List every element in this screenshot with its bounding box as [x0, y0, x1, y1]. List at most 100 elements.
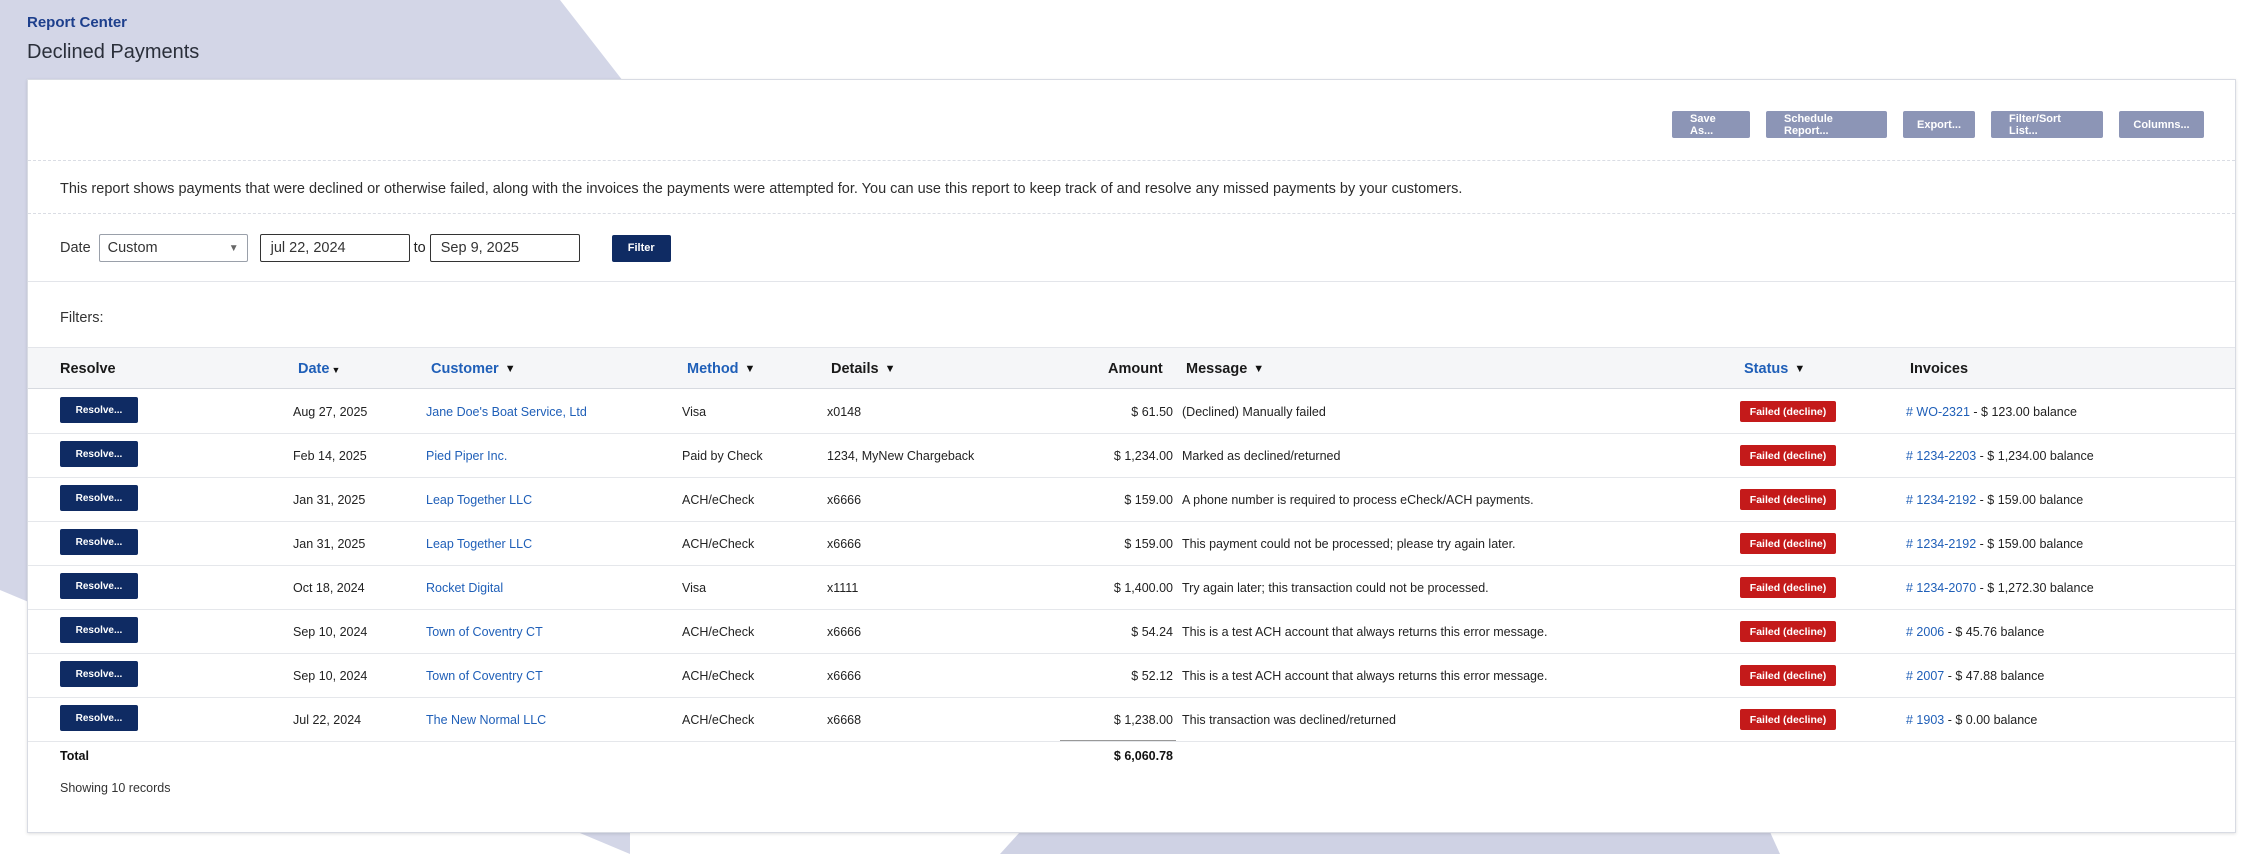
resolve-button[interactable]: Resolve...	[60, 661, 138, 687]
funnel-icon[interactable]: ▼	[1794, 363, 1805, 375]
date-from-input[interactable]: jul 22, 2024	[259, 234, 410, 262]
cell-invoice: # 1903 - $ 0.00 balance	[1906, 713, 2037, 727]
invoice-link[interactable]: # 2006	[1906, 625, 1944, 639]
funnel-icon[interactable]: ▼	[745, 363, 756, 375]
report-description: This report shows payments that were dec…	[60, 181, 1463, 197]
cell-customer-link[interactable]: Town of Coventry CT	[426, 625, 543, 639]
date-to-input[interactable]: Sep 9, 2025	[429, 234, 580, 262]
cell-customer-link[interactable]: Leap Together LLC	[426, 493, 532, 507]
cell-message: This is a test ACH account that always r…	[1182, 669, 1548, 683]
column-date-label: Date	[298, 361, 330, 377]
table-row: Resolve... Jan 31, 2025 Leap Together LLC A…	[28, 522, 2235, 566]
cell-amount: $ 1,234.00	[1113, 449, 1173, 463]
date-range-value: Custom	[107, 240, 158, 256]
cell-message: This transaction was declined/returned	[1182, 713, 1397, 727]
cell-date: Sep 10, 2024	[293, 669, 368, 683]
page-title: Declined Payments	[27, 41, 200, 63]
column-method[interactable]: Method ▼	[687, 361, 755, 377]
invoice-link[interactable]: # 1234-2192	[1906, 493, 1976, 507]
date-to-label: to	[413, 240, 426, 256]
status-badge: Failed (decline)	[1740, 709, 1836, 730]
column-customer-label: Customer	[431, 361, 499, 377]
column-details-label: Details	[831, 361, 879, 377]
total-label: Total	[60, 749, 89, 763]
resolve-button[interactable]: Resolve...	[60, 617, 138, 643]
filter-sort-list-button[interactable]: Filter/Sort List...	[1991, 111, 2103, 138]
cell-customer-link[interactable]: Leap Together LLC	[426, 537, 532, 551]
chevron-down-icon: ▼	[228, 242, 239, 254]
funnel-icon[interactable]: ▼	[885, 363, 896, 375]
invoice-balance: - $ 1,234.00 balance	[1976, 449, 2094, 463]
cell-invoice: # 2006 - $ 45.76 balance	[1906, 625, 2044, 639]
cell-invoice: # 2007 - $ 47.88 balance	[1906, 669, 2044, 683]
save-as-button[interactable]: Save As...	[1672, 111, 1750, 138]
export-button[interactable]: Export...	[1903, 111, 1975, 138]
cell-details: x6666	[827, 493, 862, 507]
column-details: Details ▼	[831, 361, 895, 377]
resolve-button[interactable]: Resolve...	[60, 485, 138, 511]
column-status[interactable]: Status ▼	[1744, 361, 1805, 377]
total-amount: $ 6,060.78	[1113, 749, 1173, 763]
cell-customer-link[interactable]: Town of Coventry CT	[426, 669, 543, 683]
cell-details: 1234, MyNew Chargeback	[827, 449, 975, 463]
resolve-button[interactable]: Resolve...	[60, 529, 138, 555]
date-range-select[interactable]: Custom ▼	[98, 234, 248, 262]
invoice-link[interactable]: # 1234-2203	[1906, 449, 1976, 463]
cell-amount: $ 1,400.00	[1113, 581, 1173, 595]
breadcrumb[interactable]: Report Center	[27, 14, 199, 31]
status-badge: Failed (decline)	[1740, 533, 1836, 554]
funnel-icon[interactable]: ▼	[1253, 363, 1264, 375]
cell-message: (Declined) Manually failed	[1182, 405, 1326, 419]
resolve-button[interactable]: Resolve...	[60, 397, 138, 423]
invoice-link[interactable]: # 1234-2070	[1906, 581, 1976, 595]
status-badge: Failed (decline)	[1740, 445, 1836, 466]
cell-message: Try again later; this transaction could …	[1182, 581, 1489, 595]
status-badge: Failed (decline)	[1740, 577, 1836, 598]
status-badge: Failed (decline)	[1740, 621, 1836, 642]
cell-message: A phone number is required to process eC…	[1182, 493, 1534, 507]
cell-amount: $ 159.00	[1124, 493, 1173, 507]
column-amount: Amount	[1108, 361, 1163, 377]
columns-button[interactable]: Columns...	[2119, 111, 2204, 138]
filter-button[interactable]: Filter	[611, 234, 671, 262]
cell-date: Aug 27, 2025	[293, 405, 368, 419]
invoice-balance: - $ 159.00 balance	[1976, 493, 2084, 507]
resolve-button[interactable]: Resolve...	[60, 441, 138, 467]
table-row: Resolve... Feb 14, 2025 Pied Piper Inc. Pai…	[28, 434, 2235, 478]
cell-method: ACH/eCheck	[682, 669, 755, 683]
invoice-link[interactable]: # WO-2321	[1906, 405, 1970, 419]
cell-method: Visa	[682, 581, 707, 595]
funnel-icon[interactable]: ▼	[505, 363, 516, 375]
invoice-balance: - $ 123.00 balance	[1969, 405, 2077, 419]
cell-customer-link[interactable]: The New Normal LLC	[426, 713, 546, 727]
table-header: Resolve Date ▼ Customer ▼ Method ▼ Details ▼…	[28, 347, 2235, 389]
invoice-link[interactable]: # 1234-2192	[1906, 537, 1976, 551]
cell-details: x0148	[827, 405, 862, 419]
cell-customer-link[interactable]: Pied Piper Inc.	[426, 449, 507, 463]
resolve-button[interactable]: Resolve...	[60, 573, 138, 599]
cell-amount: $ 159.00	[1124, 537, 1173, 551]
column-method-label: Method	[687, 361, 739, 377]
resolve-button[interactable]: Resolve...	[60, 705, 138, 731]
invoice-balance: - $ 47.88 balance	[1944, 669, 2045, 683]
cell-method: ACH/eCheck	[682, 493, 755, 507]
column-invoices: Invoices	[1910, 361, 1969, 377]
status-badge: Failed (decline)	[1740, 489, 1836, 510]
cell-invoice: # WO-2321 - $ 123.00 balance	[1906, 405, 2077, 419]
cell-method: ACH/eCheck	[682, 713, 755, 727]
cell-customer-link[interactable]: Jane Doe's Boat Service, Ltd	[426, 405, 587, 419]
invoice-link[interactable]: # 2007	[1906, 669, 1944, 683]
cell-details: x1111	[827, 581, 859, 595]
column-message-label: Message	[1186, 361, 1248, 377]
table-row: Resolve... Aug 27, 2025 Jane Doe's Boat Se…	[28, 390, 2235, 434]
table-row: Resolve... Jul 22, 2024 The New Normal LLC…	[28, 698, 2235, 742]
cell-invoice: # 1234-2192 - $ 159.00 balance	[1906, 537, 2083, 551]
cell-method: ACH/eCheck	[682, 537, 755, 551]
schedule-report-button[interactable]: Schedule Report...	[1766, 111, 1887, 138]
column-date[interactable]: Date ▼	[298, 361, 340, 377]
invoice-balance: - $ 159.00 balance	[1976, 537, 2084, 551]
column-customer[interactable]: Customer ▼	[431, 361, 516, 377]
invoice-link[interactable]: # 1903	[1906, 713, 1944, 727]
cell-customer-link[interactable]: Rocket Digital	[426, 581, 503, 595]
report-toolbar: Save As... Schedule Report... Export... …	[1672, 111, 2204, 138]
